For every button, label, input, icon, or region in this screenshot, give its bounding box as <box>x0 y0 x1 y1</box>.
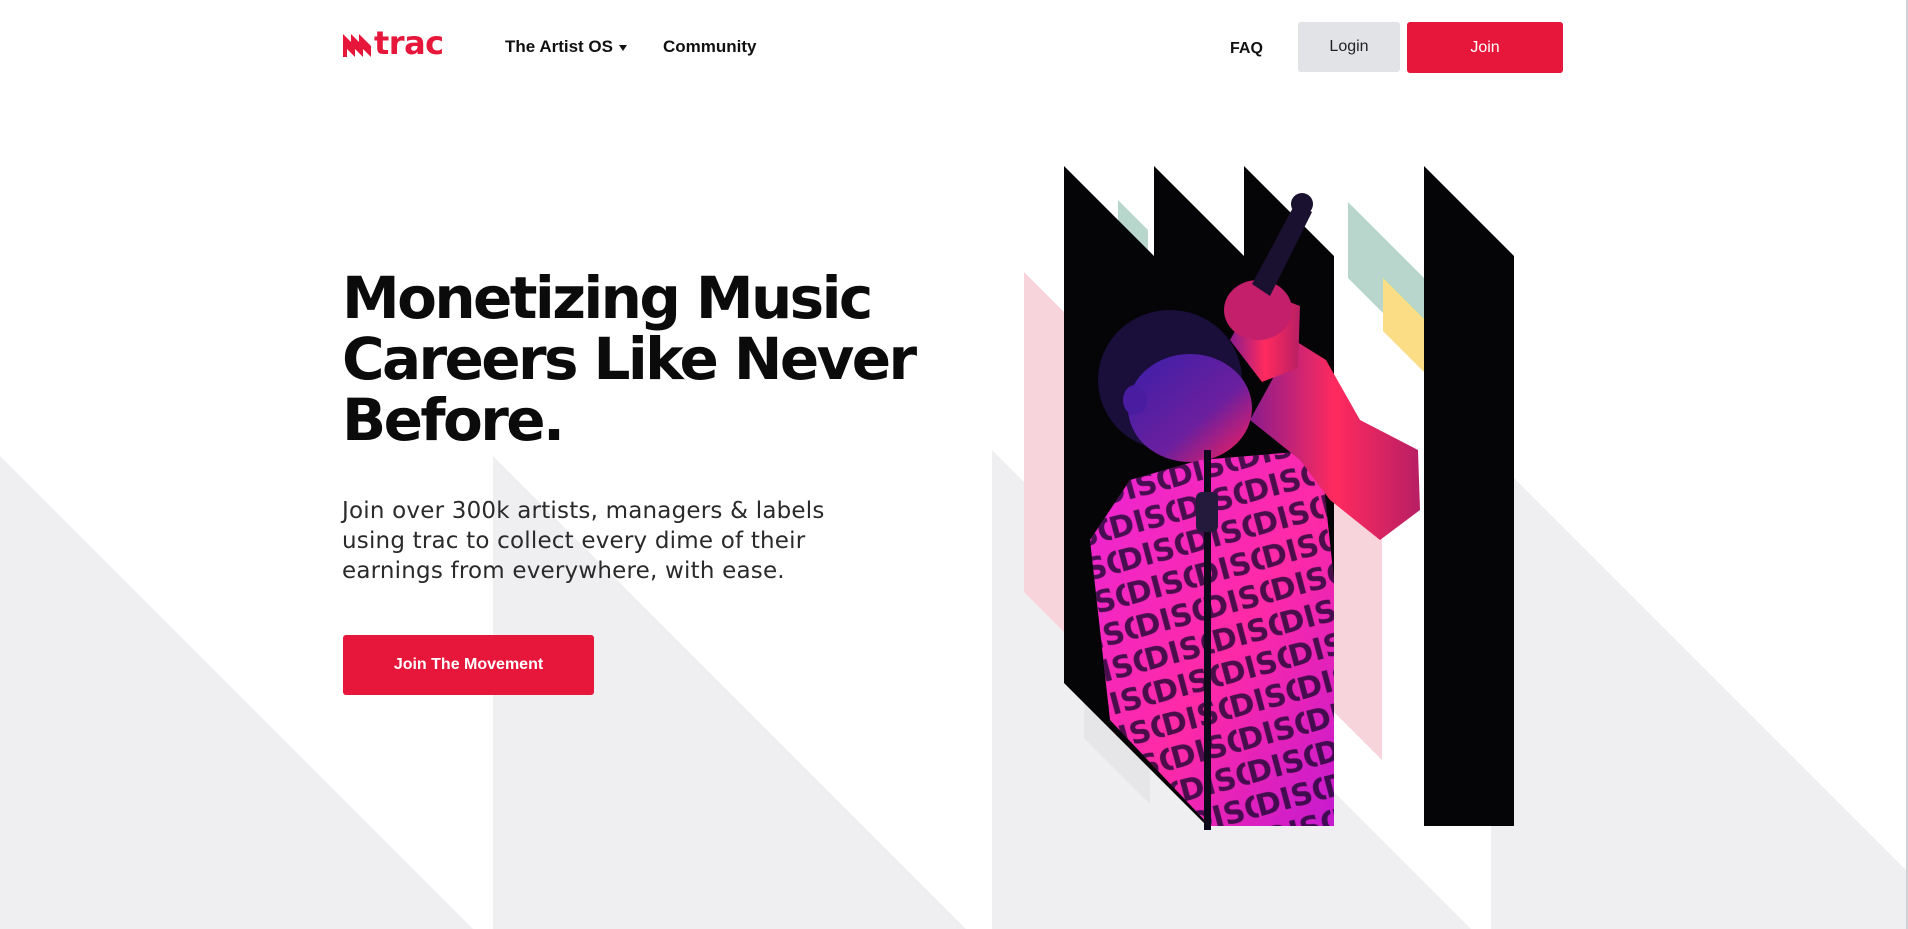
nav-artist-os[interactable]: The Artist OS <box>505 37 627 57</box>
hero-artwork: DISO <box>1000 120 1600 840</box>
trac-logo[interactable]: trac <box>342 26 444 60</box>
hero-title: Monetizing Music Careers Like Never Befo… <box>342 264 917 454</box>
faq-link[interactable]: FAQ <box>1230 40 1263 58</box>
background-diagonal-shapes <box>0 450 1908 929</box>
trac-logo-text: trac <box>374 24 444 62</box>
chevron-down-icon <box>619 44 627 51</box>
join-the-movement-button[interactable]: Join The Movement <box>343 635 594 695</box>
hero-subtitle: Join over 300k artists, managers & label… <box>342 498 825 584</box>
trac-logo-icon <box>343 34 371 57</box>
site-header: trac The Artist OS Community FAQ Login J… <box>0 0 1908 96</box>
nav-community[interactable]: Community <box>663 37 757 57</box>
nav-artist-os-label: The Artist OS <box>505 37 613 56</box>
performer-illustration: DISO <box>1024 166 1514 830</box>
login-button[interactable]: Login <box>1298 22 1400 72</box>
main-nav: The Artist OS Community <box>505 37 757 57</box>
join-button[interactable]: Join <box>1407 22 1563 73</box>
nav-community-label: Community <box>663 37 757 56</box>
